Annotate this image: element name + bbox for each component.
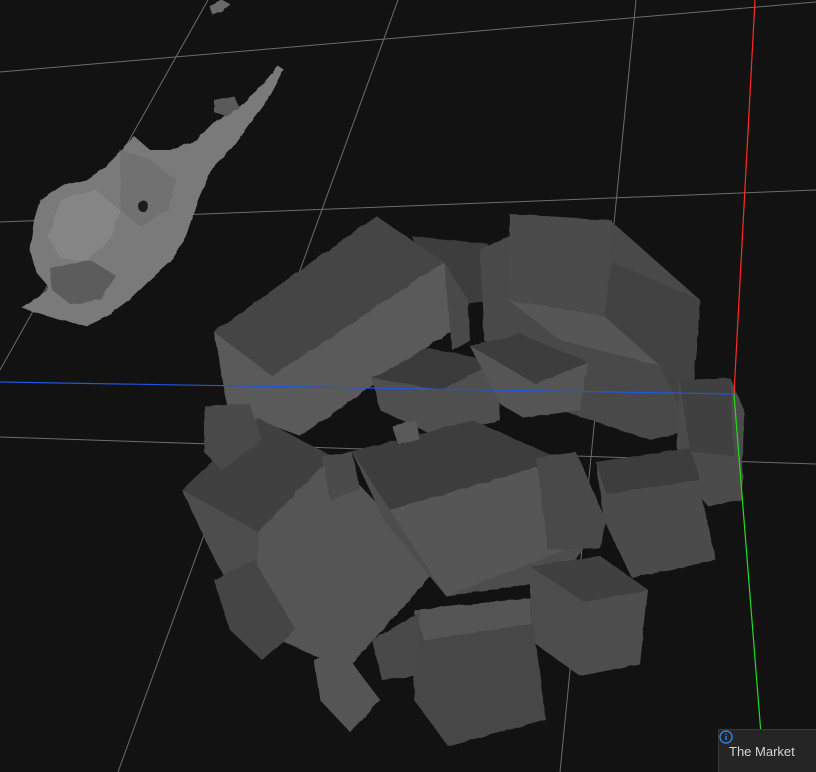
notification-text: The Market	[729, 743, 795, 759]
x-axis-line	[733, 0, 756, 395]
scene-canvas[interactable]	[0, 0, 816, 772]
box-face	[314, 652, 380, 732]
box-face	[508, 214, 612, 316]
3d-viewport[interactable]: The Market	[0, 0, 816, 772]
y-axis-line	[733, 393, 765, 772]
debris-mesh	[22, 0, 284, 326]
notification-toast[interactable]: The Market	[718, 729, 816, 772]
box-cluster-mesh	[182, 214, 744, 746]
info-icon	[719, 730, 733, 744]
box-face	[536, 452, 606, 550]
